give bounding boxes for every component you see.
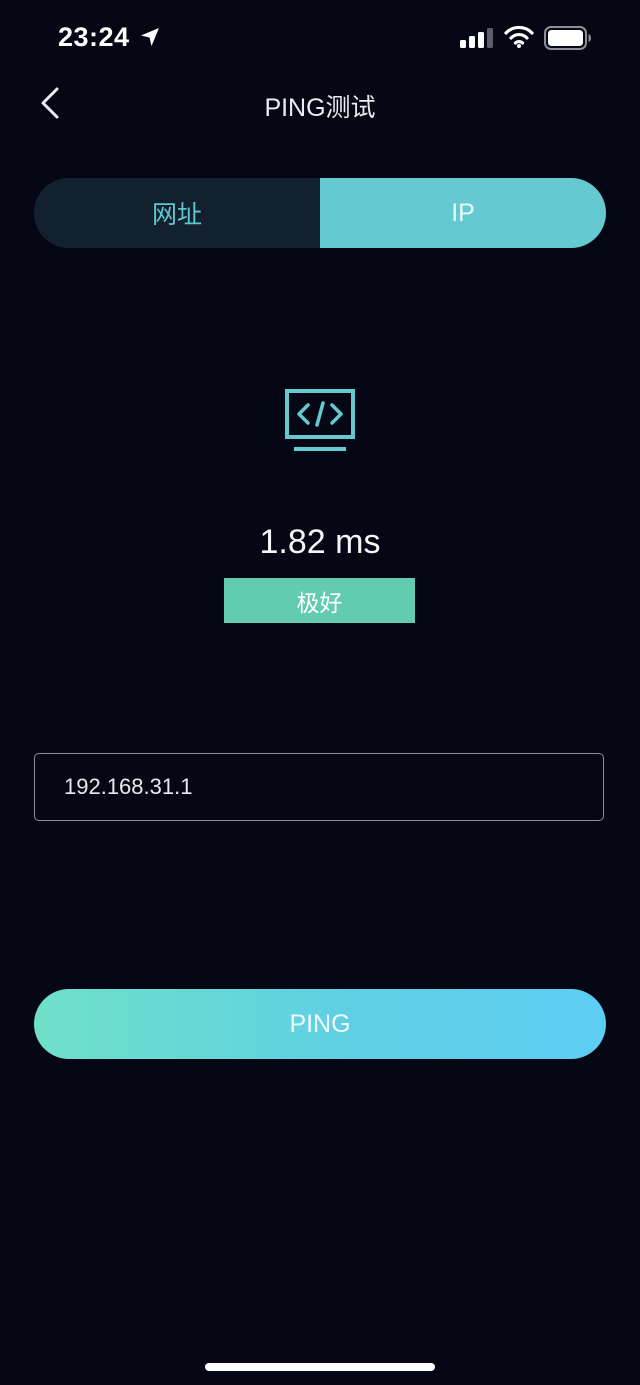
home-indicator — [205, 1363, 435, 1371]
location-arrow-icon — [139, 26, 161, 53]
tab-url[interactable]: 网址 — [34, 178, 320, 248]
status-bar: 23:24 — [0, 0, 640, 80]
wifi-icon — [504, 25, 534, 54]
page-title: PING测试 — [264, 94, 376, 122]
battery-icon — [544, 26, 592, 55]
mode-toggle: 网址 IP — [34, 178, 606, 248]
tab-ip[interactable]: IP — [320, 178, 606, 248]
code-monitor-icon — [284, 388, 356, 457]
ping-button[interactable]: PING — [34, 989, 606, 1059]
ip-address-input[interactable] — [34, 753, 604, 821]
quality-badge: 极好 — [224, 578, 415, 623]
status-time: 23:24 — [58, 22, 130, 52]
latency-value: 1.82 ms — [259, 523, 381, 561]
cellular-signal-icon — [460, 28, 494, 53]
